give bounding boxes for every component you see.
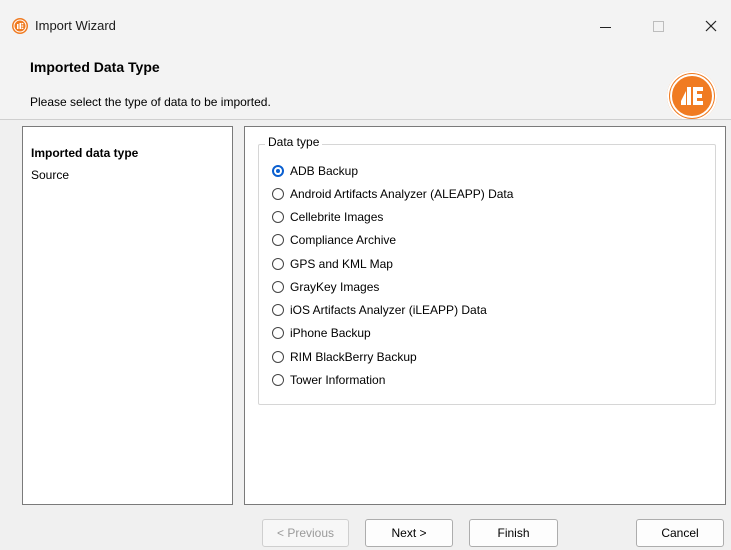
brand-logo-icon: [667, 71, 717, 121]
page-title: Imported Data Type: [30, 59, 160, 75]
radio-unchecked-icon[interactable]: [272, 281, 284, 293]
radio-label: RIM BlackBerry Backup: [290, 350, 417, 364]
radio-option-aleapp[interactable]: Android Artifacts Analyzer (ALEAPP) Data: [272, 185, 513, 203]
radio-unchecked-icon[interactable]: [272, 188, 284, 200]
radio-unchecked-icon[interactable]: [272, 234, 284, 246]
radio-option-compliance-archive[interactable]: Compliance Archive: [272, 231, 396, 249]
radio-label: iOS Artifacts Analyzer (iLEAPP) Data: [290, 303, 487, 317]
radio-option-rim-blackberry-backup[interactable]: RIM BlackBerry Backup: [272, 348, 417, 366]
steps-panel: Imported data type Source: [22, 126, 233, 505]
minimize-icon: [599, 26, 611, 28]
radio-label: Cellebrite Images: [290, 210, 384, 224]
radio-unchecked-icon[interactable]: [272, 258, 284, 270]
radio-option-graykey-images[interactable]: GrayKey Images: [272, 278, 379, 296]
close-icon: [705, 20, 717, 32]
maximize-button[interactable]: [635, 10, 681, 42]
radio-label: Android Artifacts Analyzer (ALEAPP) Data: [290, 187, 514, 201]
radio-option-ileapp[interactable]: iOS Artifacts Analyzer (iLEAPP) Data: [272, 301, 487, 319]
maximize-icon: [652, 20, 664, 32]
minimize-button[interactable]: [582, 10, 628, 42]
step-source: Source: [31, 168, 70, 182]
radio-option-cellebrite-images[interactable]: Cellebrite Images: [272, 208, 383, 226]
next-button[interactable]: Next >: [365, 519, 453, 547]
window-title: Import Wizard: [35, 18, 116, 33]
radio-label: iPhone Backup: [290, 326, 371, 340]
radio-label: Compliance Archive: [290, 233, 397, 247]
radio-option-tower-information[interactable]: Tower Information: [272, 371, 385, 389]
radio-option-gps-kml-map[interactable]: GPS and KML Map: [272, 255, 393, 273]
radio-label: GrayKey Images: [290, 280, 380, 294]
radio-unchecked-icon[interactable]: [272, 374, 284, 386]
data-type-group-label: Data type: [265, 135, 323, 149]
radio-label: Tower Information: [290, 373, 386, 387]
cancel-button[interactable]: Cancel: [636, 519, 724, 547]
radio-unchecked-icon[interactable]: [272, 327, 284, 339]
radio-option-iphone-backup[interactable]: iPhone Backup: [272, 324, 371, 342]
radio-unchecked-icon[interactable]: [272, 304, 284, 316]
radio-option-adb-backup[interactable]: ADB Backup: [272, 162, 358, 180]
app-logo-icon: [12, 18, 28, 34]
radio-unchecked-icon[interactable]: [272, 351, 284, 363]
step-imported-data-type: Imported data type: [31, 146, 139, 160]
close-button[interactable]: [688, 10, 731, 42]
radio-label: GPS and KML Map: [290, 257, 393, 271]
finish-button[interactable]: Finish: [469, 519, 558, 547]
previous-button: < Previous: [262, 519, 349, 547]
radio-unchecked-icon[interactable]: [272, 211, 284, 223]
radio-checked-icon[interactable]: [272, 165, 284, 177]
title-bar: Import Wizard: [0, 0, 731, 44]
radio-label: ADB Backup: [290, 164, 359, 178]
content-panel: Data type ADB Backup Android Artifacts A…: [244, 126, 726, 505]
page-description: Please select the type of data to be imp…: [30, 95, 271, 109]
